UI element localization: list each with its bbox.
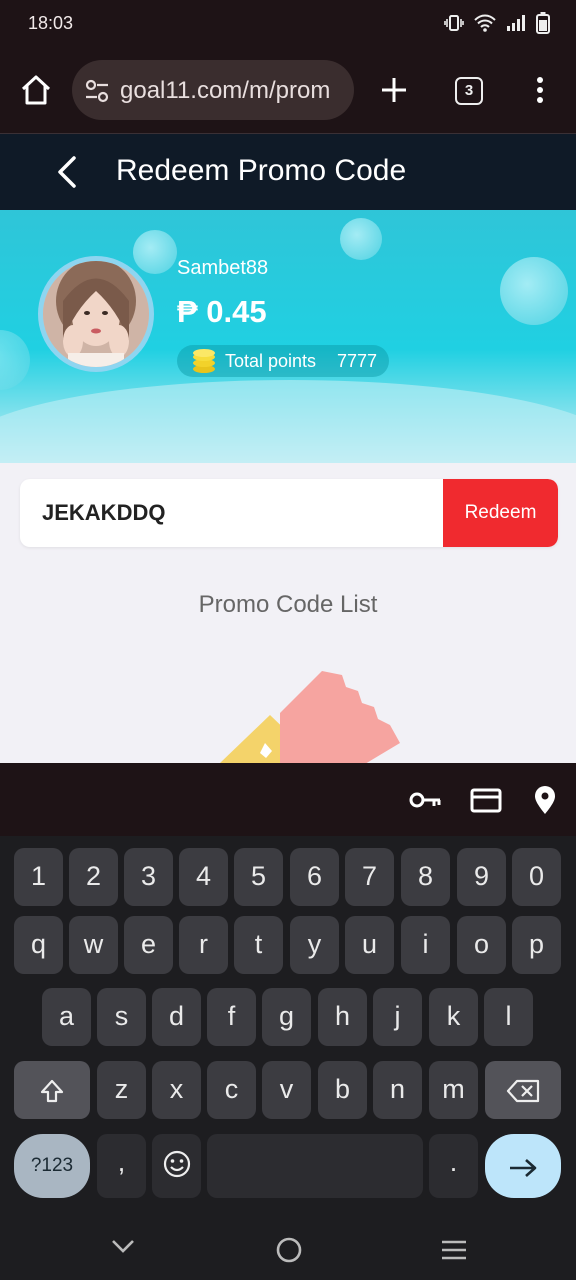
url-text[interactable]: goal11.com/m/prom bbox=[120, 77, 330, 105]
key-a[interactable]: a bbox=[42, 988, 91, 1046]
key-m[interactable]: m bbox=[429, 1061, 478, 1119]
battery-icon bbox=[536, 12, 550, 34]
banner-wave-decoration bbox=[0, 380, 576, 463]
promo-code-list-title: Promo Code List bbox=[198, 591, 378, 618]
key-1[interactable]: 1 bbox=[14, 848, 63, 906]
bubble-decoration bbox=[340, 218, 382, 260]
address-bar[interactable]: goal11.com/m/prom bbox=[72, 60, 354, 120]
more-vert-icon[interactable] bbox=[528, 74, 552, 106]
key-d[interactable]: d bbox=[152, 988, 201, 1046]
total-points-badge: Total points 7777 bbox=[177, 345, 389, 377]
key-x[interactable]: x bbox=[152, 1061, 201, 1119]
key-z[interactable]: z bbox=[97, 1061, 146, 1119]
keyboard: 1 2 3 4 5 6 7 8 9 0 q w e r t y u i o p … bbox=[0, 836, 576, 1218]
key-5[interactable]: 5 bbox=[234, 848, 283, 906]
signal-icon bbox=[507, 15, 525, 31]
promo-code-form: Redeem bbox=[20, 479, 558, 547]
arrow-right-icon bbox=[510, 1158, 537, 1177]
key-0[interactable]: 0 bbox=[512, 848, 561, 906]
period-key[interactable]: . bbox=[429, 1134, 478, 1198]
avatar-photo bbox=[43, 261, 149, 367]
key-l[interactable]: l bbox=[484, 988, 533, 1046]
promo-content: Redeem Promo Code List bbox=[0, 463, 576, 763]
app-header: Redeem Promo Code bbox=[0, 134, 576, 210]
redeem-button[interactable]: Redeem bbox=[443, 479, 558, 547]
comma-key[interactable]: , bbox=[97, 1134, 146, 1198]
key-4[interactable]: 4 bbox=[179, 848, 228, 906]
username: Sambet88 bbox=[177, 257, 269, 279]
key-w[interactable]: w bbox=[69, 916, 118, 974]
emoji-key[interactable] bbox=[152, 1134, 201, 1198]
key-3[interactable]: 3 bbox=[124, 848, 173, 906]
site-settings-icon[interactable] bbox=[84, 78, 110, 104]
chevron-down-icon[interactable] bbox=[110, 1236, 136, 1256]
key-f[interactable]: f bbox=[207, 988, 256, 1046]
key-r[interactable]: r bbox=[179, 916, 228, 974]
key-i[interactable]: i bbox=[401, 916, 450, 974]
tab-switcher-button[interactable]: 3 bbox=[455, 77, 483, 105]
space-key[interactable] bbox=[207, 1134, 423, 1198]
shift-icon bbox=[40, 1079, 64, 1102]
bubble-decoration bbox=[500, 257, 568, 325]
location-pin-icon[interactable] bbox=[528, 785, 562, 815]
key-6[interactable]: 6 bbox=[290, 848, 339, 906]
status-bar: 18:03 bbox=[0, 0, 576, 48]
key-n[interactable]: n bbox=[373, 1061, 422, 1119]
bubble-decoration bbox=[0, 330, 30, 390]
key-s[interactable]: s bbox=[97, 988, 146, 1046]
key-7[interactable]: 7 bbox=[345, 848, 394, 906]
key-c[interactable]: c bbox=[207, 1061, 256, 1119]
recent-apps-icon[interactable] bbox=[440, 1238, 468, 1262]
page-title: Redeem Promo Code bbox=[116, 154, 407, 187]
bubble-decoration bbox=[133, 230, 177, 274]
home-icon[interactable] bbox=[18, 72, 54, 108]
backspace-icon bbox=[506, 1079, 540, 1102]
avatar bbox=[38, 256, 154, 372]
key-y[interactable]: y bbox=[290, 916, 339, 974]
keyboard-suggestion-bar bbox=[0, 763, 576, 836]
key-b[interactable]: b bbox=[318, 1061, 367, 1119]
key-p[interactable]: p bbox=[512, 916, 561, 974]
key-k[interactable]: k bbox=[429, 988, 478, 1046]
symbols-key[interactable]: ?123 bbox=[14, 1134, 90, 1198]
ticket-illustration bbox=[220, 671, 400, 763]
key-icon[interactable] bbox=[408, 785, 442, 815]
key-q[interactable]: q bbox=[14, 916, 63, 974]
key-h[interactable]: h bbox=[318, 988, 367, 1046]
shift-key[interactable] bbox=[14, 1061, 90, 1119]
system-nav-bar bbox=[0, 1218, 576, 1280]
key-e[interactable]: e bbox=[124, 916, 173, 974]
total-points-value: 7777 bbox=[337, 351, 378, 371]
balance-amount: ₱ 0.45 bbox=[177, 294, 267, 329]
promo-code-input[interactable] bbox=[20, 479, 443, 547]
coin-stack-icon bbox=[193, 349, 215, 373]
key-2[interactable]: 2 bbox=[69, 848, 118, 906]
key-u[interactable]: u bbox=[345, 916, 394, 974]
wifi-icon bbox=[474, 14, 496, 32]
status-time: 18:03 bbox=[28, 13, 74, 33]
credit-card-icon[interactable] bbox=[469, 785, 503, 815]
browser-toolbar: goal11.com/m/prom 3 bbox=[0, 48, 576, 134]
key-8[interactable]: 8 bbox=[401, 848, 450, 906]
key-o[interactable]: o bbox=[457, 916, 506, 974]
back-arrow-icon[interactable] bbox=[50, 152, 86, 192]
emoji-icon bbox=[163, 1150, 190, 1177]
plus-icon[interactable] bbox=[378, 74, 410, 106]
vibrate-icon bbox=[444, 15, 464, 31]
key-9[interactable]: 9 bbox=[457, 848, 506, 906]
key-v[interactable]: v bbox=[262, 1061, 311, 1119]
backspace-key[interactable] bbox=[485, 1061, 561, 1119]
key-j[interactable]: j bbox=[373, 988, 422, 1046]
total-points-label: Total points bbox=[225, 351, 317, 371]
enter-key[interactable] bbox=[485, 1134, 561, 1198]
home-circle-icon[interactable] bbox=[275, 1236, 303, 1264]
profile-banner: Sambet88 ₱ 0.45 Total points 7777 bbox=[0, 210, 576, 463]
key-g[interactable]: g bbox=[262, 988, 311, 1046]
status-icons bbox=[444, 12, 550, 34]
key-t[interactable]: t bbox=[234, 916, 283, 974]
